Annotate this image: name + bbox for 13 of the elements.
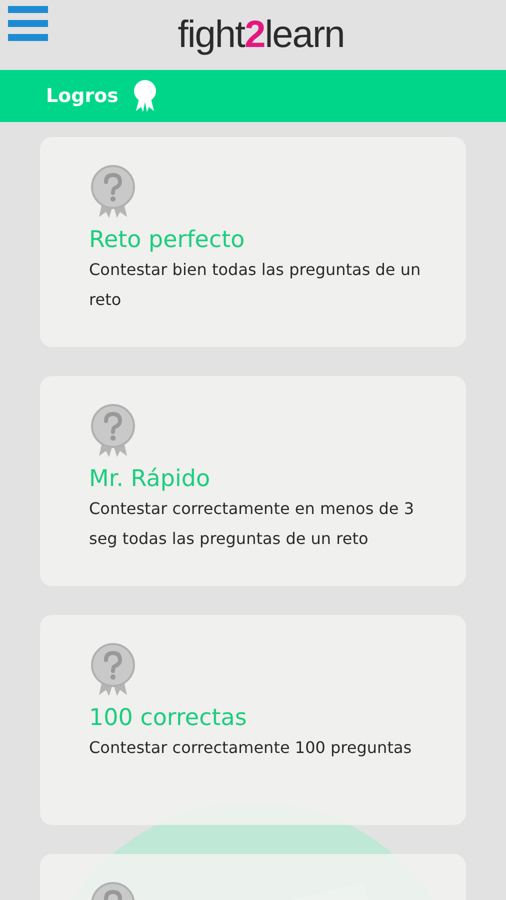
menu-icon[interactable] xyxy=(8,6,48,42)
achievement-description: Contestar correctamente en menos de 3 seg todas las preguntas de un reto xyxy=(89,498,416,550)
achievement-title: Reto perfecto xyxy=(89,227,246,253)
achievement-card[interactable]: Mr. Rápido Contestar correctamente en menos de 3 seg todas las preguntas de un reto xyxy=(40,376,466,586)
achievement-card[interactable]: Reto perfecto Contestar bien todas las preguntas de un reto xyxy=(40,137,466,347)
achievement-title: Mr. Rápido xyxy=(89,466,212,492)
achievement-card[interactable]: 100 correctas Contestar correctamente 100 preguntas xyxy=(40,615,466,825)
achievement-description: Contestar bien todas las preguntas de un reto xyxy=(89,259,422,311)
award-icon xyxy=(132,80,156,112)
section-title: Logros xyxy=(46,85,118,107)
achievement-title: 100 correctas xyxy=(89,705,248,731)
achievement-description: Contestar correctamente 100 preguntas xyxy=(89,737,413,759)
logo-text: fight2learn xyxy=(176,14,344,56)
